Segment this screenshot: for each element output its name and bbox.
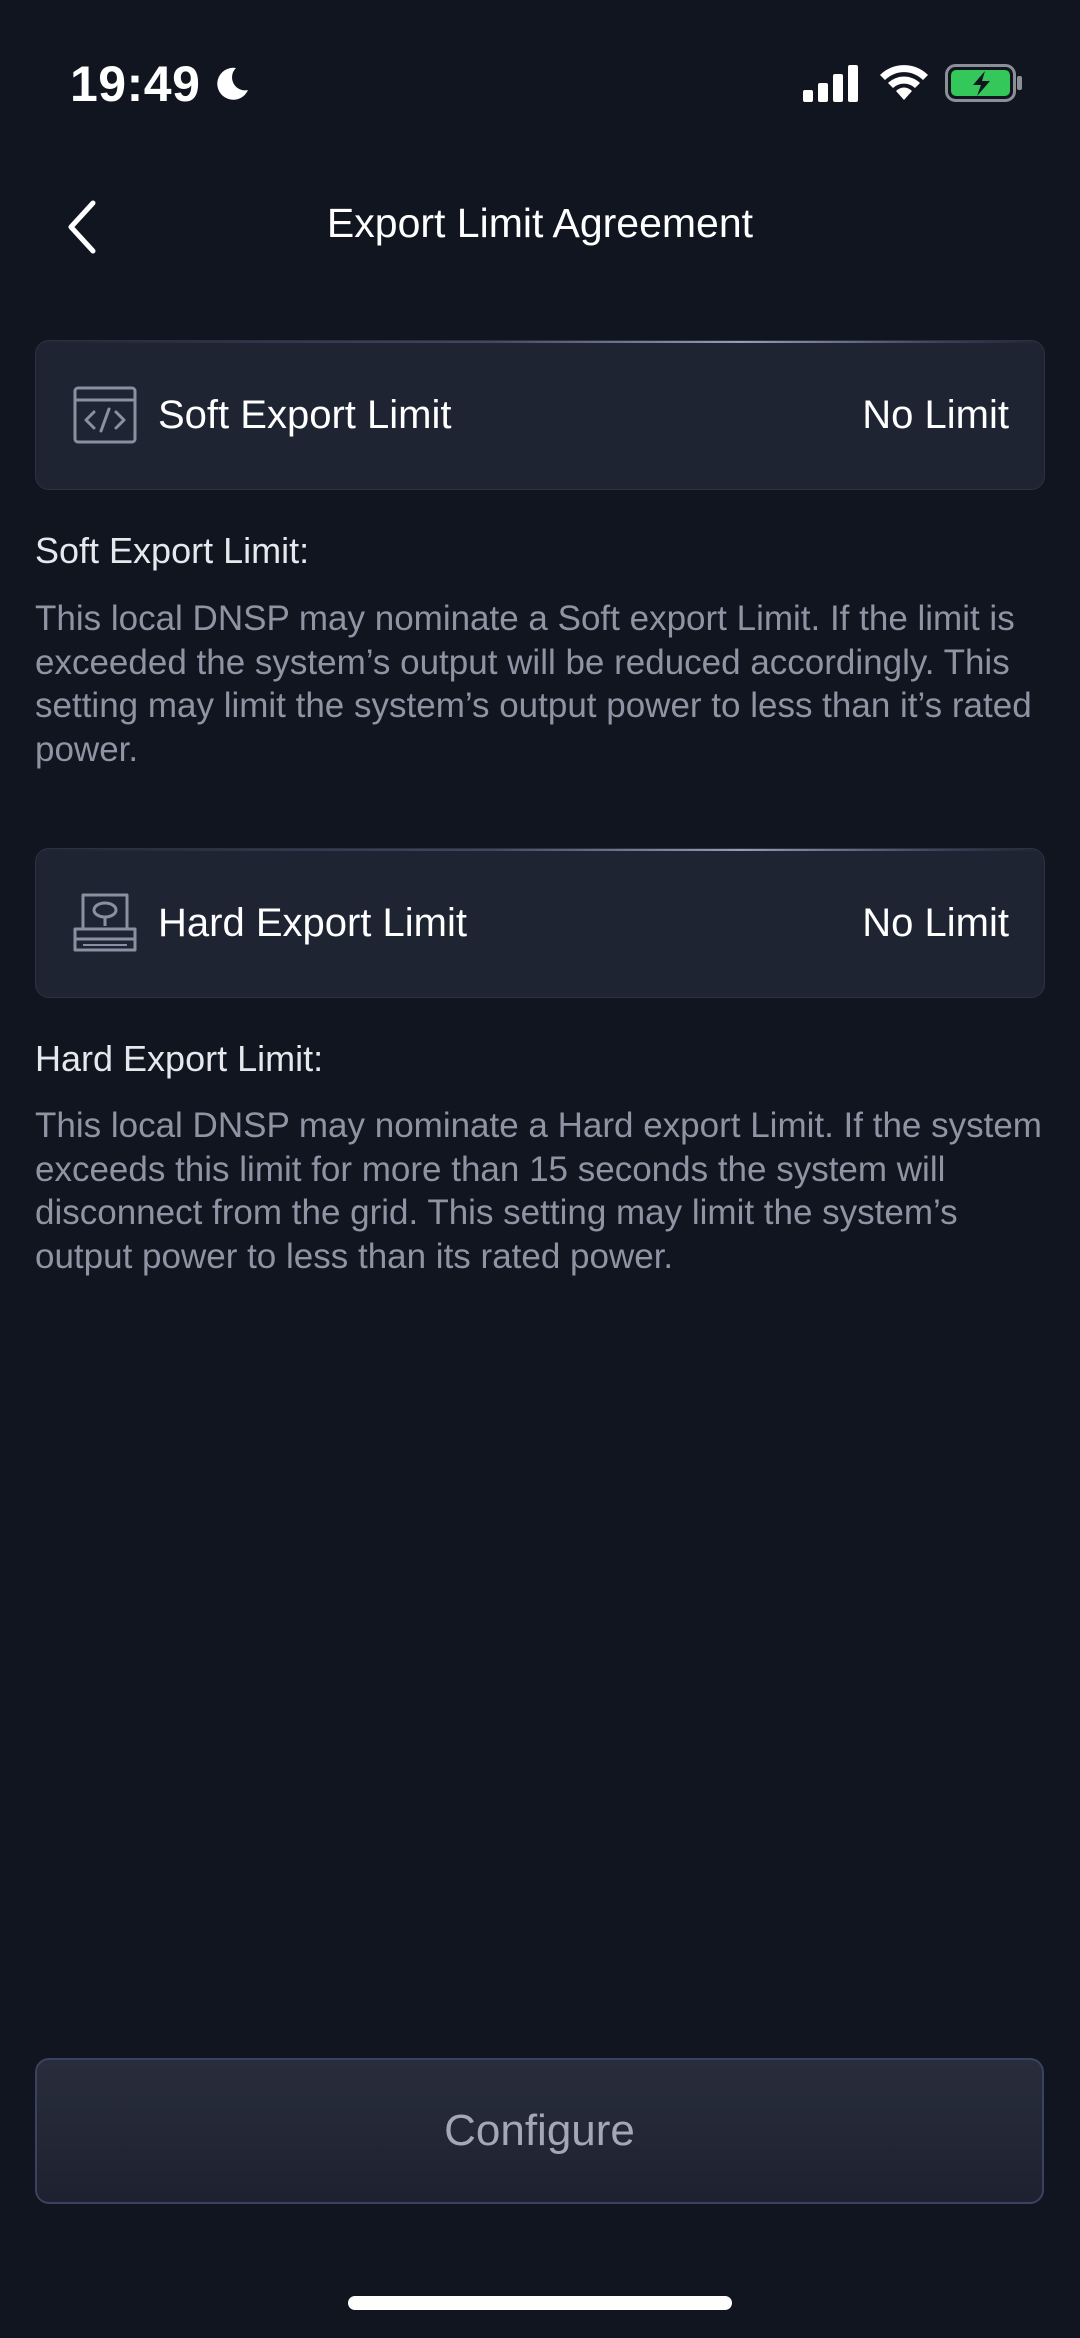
code-window-icon xyxy=(73,386,137,444)
moon-icon xyxy=(217,67,249,100)
hard-export-heading: Hard Export Limit: xyxy=(35,1038,324,1079)
battery-charging-icon xyxy=(945,64,1022,102)
status-time: 19:49 xyxy=(70,55,252,113)
soft-export-limit-row[interactable]: Soft Export Limit No Limit xyxy=(35,340,1045,490)
soft-export-limit-label: Soft Export Limit xyxy=(158,393,452,437)
status-icons xyxy=(803,62,1025,104)
hard-export-limit-row[interactable]: Hard Export Limit No Limit xyxy=(35,848,1045,998)
status-bar: 19:49 xyxy=(0,0,1080,170)
navigation-bar: Export Limit Agreement xyxy=(0,170,1080,285)
hard-export-description: This local DNSP may nominate a Hard expo… xyxy=(35,1106,1042,1276)
soft-export-heading: Soft Export Limit: xyxy=(35,530,310,571)
time-label: 19:49 xyxy=(70,56,201,112)
wifi-icon xyxy=(880,65,928,100)
hard-drive-icon xyxy=(73,893,137,952)
soft-export-description: This local DNSP may nominate a Soft expo… xyxy=(35,599,1032,769)
soft-export-limit-value: No Limit xyxy=(862,393,1009,437)
configure-button[interactable]: Configure xyxy=(35,2058,1044,2204)
screen: 19:49 Export Limit Agreement Soft Export… xyxy=(0,0,1080,2338)
page-title: Export Limit Agreement xyxy=(326,200,754,246)
home-indicator[interactable] xyxy=(348,2296,732,2310)
hard-export-limit-label: Hard Export Limit xyxy=(158,901,467,945)
hard-export-limit-value: No Limit xyxy=(862,901,1009,945)
cellular-signal-icon xyxy=(803,65,858,102)
